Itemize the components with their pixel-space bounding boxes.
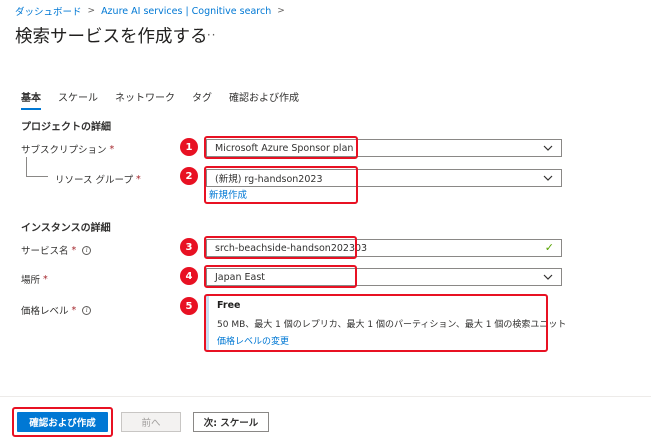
required-marker: *: [109, 143, 115, 155]
resource-group-label-text: リソース グループ: [55, 175, 133, 186]
tab-scale[interactable]: スケール: [58, 89, 98, 110]
chevron-down-icon: [543, 145, 553, 151]
location-label: 場所 *: [21, 272, 48, 287]
info-icon[interactable]: i: [82, 245, 92, 255]
pricing-tier-label-text: 価格レベル: [21, 306, 69, 317]
review-create-button[interactable]: 確認および作成: [17, 412, 108, 432]
location-label-text: 場所: [21, 275, 41, 286]
tab-tags[interactable]: タグ: [192, 89, 212, 110]
chevron-down-icon: [543, 175, 553, 181]
instance-details-heading: インスタンスの詳細: [21, 223, 111, 234]
subscription-label: サブスクリプション *: [21, 142, 115, 157]
pricing-tier-name: Free: [217, 300, 241, 311]
required-marker: *: [71, 304, 77, 316]
tab-review-create[interactable]: 確認および作成: [229, 89, 299, 110]
tab-bar: 基本 スケール ネットワーク タグ 確認および作成: [21, 89, 316, 110]
service-name-value: srch-beachside-handson202303: [215, 242, 368, 254]
create-new-resource-group-link[interactable]: 新規作成: [209, 187, 247, 201]
breadcrumb-link-ai-services[interactable]: Azure AI services | Cognitive search: [101, 6, 271, 17]
annotation-badge-4: 4: [180, 267, 198, 285]
pricing-tier-panel: Free 50 MB、最大 1 個のレプリカ、最大 1 個のパーティション、最大…: [206, 296, 567, 350]
service-name-label-text: サービス名: [21, 246, 69, 257]
breadcrumb-link-dashboard[interactable]: ダッシュボード: [15, 4, 82, 18]
pricing-tier-label: 価格レベル * i: [21, 303, 92, 317]
next-scale-button[interactable]: 次: スケール: [193, 412, 269, 432]
tree-connector-vertical: [26, 157, 27, 176]
pricing-tier-description: 50 MB、最大 1 個のレプリカ、最大 1 個のパーティション、最大 1 個の…: [217, 320, 567, 330]
tab-network[interactable]: ネットワーク: [115, 89, 175, 110]
service-name-input[interactable]: srch-beachside-handson202303 ✓: [206, 239, 562, 257]
previous-button[interactable]: 前へ: [121, 412, 181, 432]
required-marker: *: [71, 244, 77, 256]
required-marker: *: [135, 173, 141, 185]
resource-group-dropdown[interactable]: (新規) rg-handson2023: [206, 169, 562, 187]
breadcrumb-separator: >: [277, 6, 285, 16]
subscription-value: Microsoft Azure Sponsor plan: [215, 142, 354, 154]
check-icon: ✓: [544, 241, 554, 254]
subscription-dropdown[interactable]: Microsoft Azure Sponsor plan: [206, 139, 562, 157]
service-name-label: サービス名 * i: [21, 243, 92, 257]
change-pricing-tier-link[interactable]: 価格レベルの変更: [217, 334, 546, 347]
subscription-label-text: サブスクリプション: [21, 145, 107, 156]
breadcrumb-separator: >: [87, 6, 96, 16]
annotation-badge-1: 1: [180, 138, 198, 156]
location-dropdown[interactable]: Japan East: [206, 268, 562, 286]
info-icon[interactable]: i: [82, 305, 92, 315]
resource-group-value: (新規) rg-handson2023: [215, 174, 323, 185]
breadcrumb: ダッシュボード > Azure AI services | Cognitive …: [15, 4, 291, 19]
more-options-icon[interactable]: ···: [202, 28, 216, 42]
location-value: Japan East: [215, 271, 266, 283]
footer-divider: [0, 396, 651, 397]
resource-group-label: リソース グループ *: [55, 172, 141, 187]
annotation-badge-3: 3: [180, 238, 198, 256]
tab-basics[interactable]: 基本: [21, 89, 41, 110]
tree-connector-horizontal: [26, 176, 48, 177]
chevron-down-icon: [543, 274, 553, 280]
project-details-heading: プロジェクトの詳細: [21, 122, 111, 133]
page-title: 検索サービスを作成する: [15, 27, 208, 47]
required-marker: *: [43, 273, 48, 285]
annotation-badge-2: 2: [180, 167, 198, 185]
annotation-badge-5: 5: [180, 297, 198, 315]
